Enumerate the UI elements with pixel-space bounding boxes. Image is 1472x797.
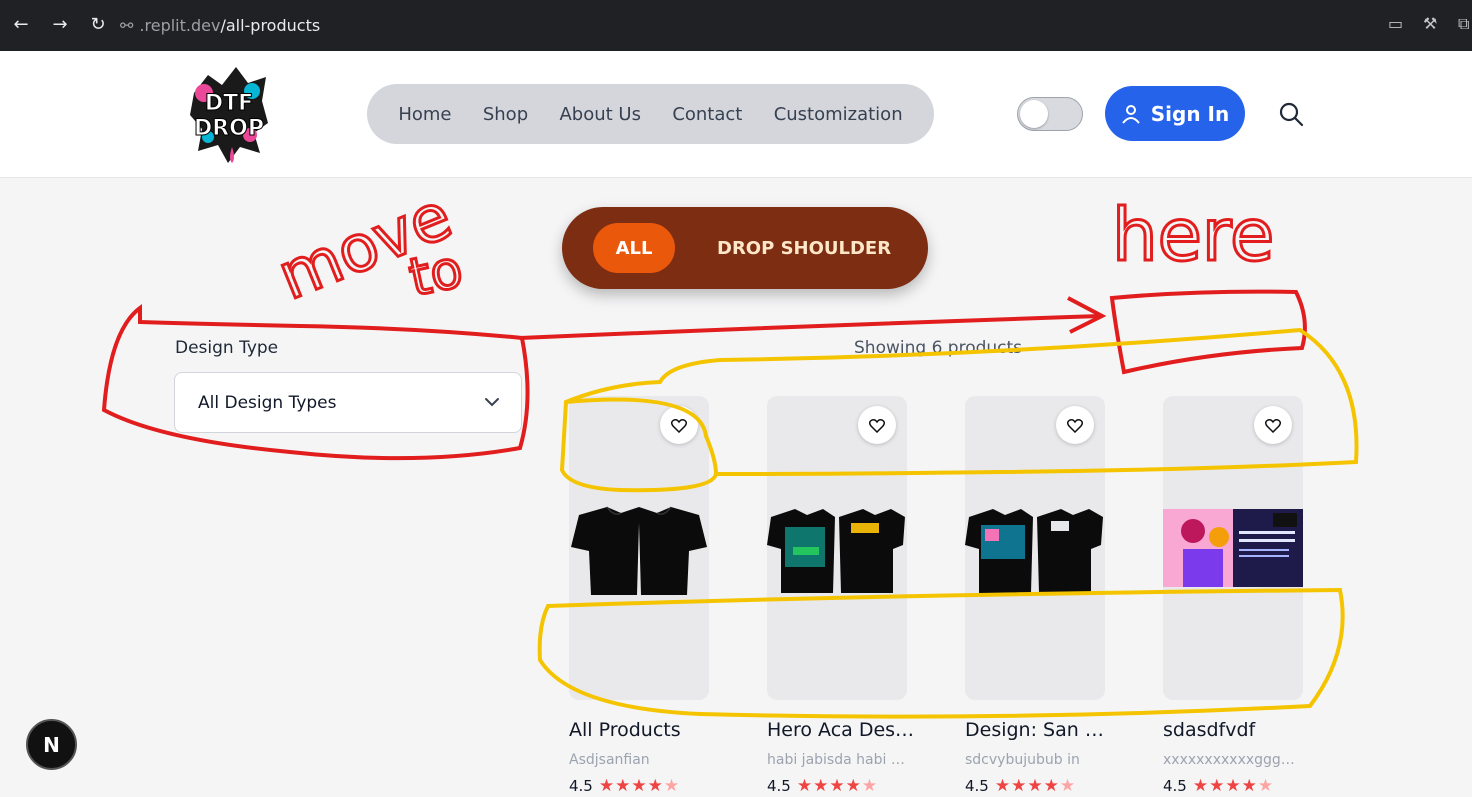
tab-drop-shoulder[interactable]: DROP SHOULDER: [717, 223, 891, 273]
user-icon: [1121, 104, 1140, 124]
favorite-button[interactable]: [858, 406, 896, 444]
product-rating: 4.5 ★★★★★: [1163, 776, 1274, 796]
product-title[interactable]: Design: San Andreas: [965, 719, 1115, 741]
reload-icon[interactable]: ↻: [87, 14, 109, 36]
heart-icon: [671, 418, 687, 433]
product-image: [767, 509, 905, 593]
heart-icon: [1067, 418, 1083, 433]
annotation-arrowhead: [1067, 296, 1107, 334]
rating-value: 4.5: [569, 777, 593, 795]
rating-stars: ★★★★★: [598, 776, 681, 796]
rating-value: 4.5: [965, 777, 989, 795]
heart-icon: [1265, 418, 1281, 433]
toggle-knob: [1020, 100, 1048, 128]
rating-stars: ★★★★★: [994, 776, 1077, 796]
annotation-arrow: [519, 314, 1101, 340]
theme-toggle[interactable]: [1017, 97, 1083, 131]
category-filter: ALL DROP SHOULDER: [562, 207, 928, 289]
dev-tools-badge[interactable]: N: [26, 719, 77, 770]
logo-text-bottom: DROP: [194, 116, 264, 141]
url-path: /all-products: [220, 15, 321, 35]
heart-icon: [869, 418, 885, 433]
sign-in-label: Sign In: [1150, 101, 1230, 126]
product-subtitle: Asdjsanfian: [569, 752, 650, 768]
product-subtitle: habi jabisda habi jabisda: [767, 752, 907, 768]
chevron-down-icon: [485, 398, 499, 407]
nav-contact[interactable]: Contact: [672, 104, 742, 125]
rating-stars: ★★★★★: [796, 776, 879, 796]
product-title[interactable]: Hero Aca Design: [767, 719, 917, 741]
address-bar[interactable]: ⚯ .replit.dev/all-products: [120, 11, 320, 39]
product-count: Showing 6 products: [854, 338, 1023, 358]
product-rating: 4.5 ★★★★★: [569, 776, 680, 796]
site-header: DTF DROP Home Shop About Us Contact Cust…: [0, 51, 1472, 178]
nav-customization[interactable]: Customization: [774, 104, 903, 125]
rating-value: 4.5: [1163, 777, 1187, 795]
nav-shop[interactable]: Shop: [483, 104, 528, 125]
annotation-target-box: [1109, 289, 1307, 375]
sign-in-button[interactable]: Sign In: [1105, 86, 1245, 141]
product-image: [571, 506, 707, 595]
design-type-select[interactable]: All Design Types: [174, 372, 522, 433]
design-type-value: All Design Types: [198, 392, 337, 413]
annotation-word-here: here: [1112, 193, 1274, 277]
product-rating: 4.5 ★★★★★: [767, 776, 878, 796]
forward-icon[interactable]: →: [49, 14, 71, 36]
logo-text-top: DTF: [205, 91, 253, 116]
devices-icon[interactable]: ▭: [1388, 14, 1403, 33]
wrench-icon[interactable]: ⚒: [1423, 14, 1437, 33]
product-title[interactable]: All Products: [569, 719, 719, 741]
rating-stars: ★★★★★: [1192, 776, 1275, 796]
link-icon: ⚯: [120, 15, 134, 35]
main-nav: Home Shop About Us Contact Customization: [367, 84, 934, 144]
nav-about-us[interactable]: About Us: [559, 104, 641, 125]
product-image: [965, 509, 1103, 593]
favorite-button[interactable]: [1254, 406, 1292, 444]
annotation-word-to: to: [404, 239, 468, 309]
product-subtitle: sdcvybujubub in: [965, 752, 1080, 768]
product-title[interactable]: sdasdfvdf: [1163, 719, 1313, 741]
tab-all[interactable]: ALL: [593, 223, 675, 273]
nav-home[interactable]: Home: [398, 104, 451, 125]
rating-value: 4.5: [767, 777, 791, 795]
product-image: [1163, 509, 1303, 587]
open-external-icon[interactable]: ⧉: [1458, 14, 1469, 34]
design-type-label: Design Type: [175, 338, 279, 358]
product-subtitle: xxxxxxxxxxxgggggggg: [1163, 752, 1303, 768]
search-icon[interactable]: [1278, 101, 1304, 127]
url-domain: .replit.dev: [139, 15, 221, 35]
favorite-button[interactable]: [1056, 406, 1094, 444]
browser-toolbar: ← → ↻ ⚯ .replit.dev/all-products ▭ ⚒ ⧉: [0, 0, 1472, 51]
back-icon[interactable]: ←: [10, 14, 32, 36]
annotation-word-move: move: [268, 179, 461, 315]
product-rating: 4.5 ★★★★★: [965, 776, 1076, 796]
favorite-button[interactable]: [660, 406, 698, 444]
dtf-drop-logo[interactable]: DTF DROP: [188, 63, 270, 165]
